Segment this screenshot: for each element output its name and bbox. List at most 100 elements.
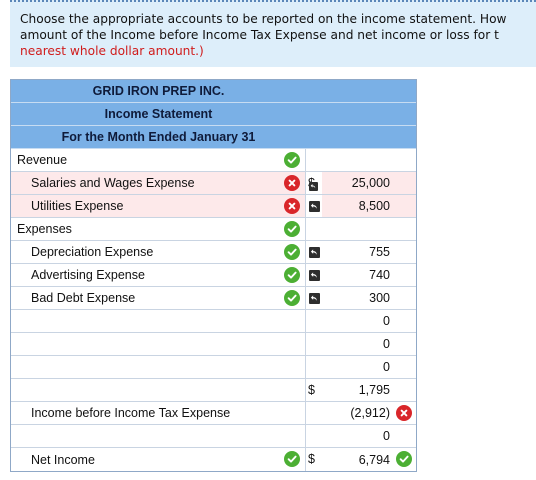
instructions-line-3: nearest whole dollar amount.) xyxy=(20,44,204,58)
undo-arrow-icon[interactable] xyxy=(309,182,318,191)
statement-row: Income before Income Tax Expense (2,912) xyxy=(11,402,416,425)
amount-input[interactable]: 0 xyxy=(322,333,416,355)
account-select[interactable]: Salaries and Wages Expense xyxy=(11,172,306,194)
check-icon xyxy=(284,152,300,168)
dollar-column xyxy=(306,241,322,263)
statement-title-header: Income Statement xyxy=(11,103,416,126)
account-select[interactable]: Revenue xyxy=(11,149,306,171)
statement-row: Revenue xyxy=(11,149,416,172)
account-select[interactable]: Net Income xyxy=(11,448,306,471)
amount-input[interactable]: 8,500 xyxy=(322,195,416,217)
amount-input[interactable]: 0 xyxy=(322,356,416,378)
statement-row: 0 xyxy=(11,356,416,379)
company-name: GRID IRON PREP INC. xyxy=(92,84,225,98)
statement-row: 0 xyxy=(11,310,416,333)
account-label: Expenses xyxy=(17,222,72,236)
undo-arrow-icon[interactable] xyxy=(308,200,320,212)
account-label: Advertising Expense xyxy=(31,268,145,282)
check-icon xyxy=(284,221,300,237)
amount-input[interactable]: 755 xyxy=(322,241,416,263)
x-icon xyxy=(284,198,300,214)
account-label: Income before Income Tax Expense xyxy=(31,406,231,420)
check-icon xyxy=(284,451,300,467)
amount-input[interactable] xyxy=(322,218,416,240)
statement-title: Income Statement xyxy=(104,107,213,121)
dollar-column xyxy=(306,402,322,424)
check-icon xyxy=(284,267,300,283)
amount-value: 6,794 xyxy=(358,452,390,467)
amount-value: 300 xyxy=(369,291,390,305)
undo-arrow-icon[interactable] xyxy=(308,292,320,304)
account-select[interactable] xyxy=(11,333,306,355)
undo-arrow-icon[interactable] xyxy=(308,269,320,281)
statement-row: Salaries and Wages Expense $25,000 xyxy=(11,172,416,195)
account-select[interactable] xyxy=(11,310,306,332)
account-select[interactable] xyxy=(11,356,306,378)
dollar-column: $ xyxy=(306,448,322,471)
account-select[interactable] xyxy=(11,425,306,447)
dollar-column: $ xyxy=(306,379,322,401)
amount-value: 0 xyxy=(383,360,390,374)
amount-input[interactable]: 0 xyxy=(322,310,416,332)
check-icon xyxy=(396,451,412,467)
check-icon xyxy=(284,290,300,306)
statement-company-header: GRID IRON PREP INC. xyxy=(11,80,416,103)
statement-rows: Revenue Salaries and Wages Expense $25,000… xyxy=(11,149,416,471)
amount-input[interactable]: 1,795 xyxy=(322,379,416,401)
dollar-column xyxy=(306,149,322,171)
amount-value: 0 xyxy=(383,429,390,443)
account-label: Revenue xyxy=(17,153,68,167)
amount-input[interactable]: 25,000 xyxy=(322,172,416,194)
dollar-column xyxy=(306,264,322,286)
statement-row: Advertising Expense 740 xyxy=(11,264,416,287)
dollar-column xyxy=(306,333,322,355)
dollar-column xyxy=(306,287,322,309)
dollar-column: $ xyxy=(306,172,322,194)
dollar-column xyxy=(306,425,322,447)
statement-period: For the Month Ended January 31 xyxy=(61,130,256,144)
statement-row: Expenses xyxy=(11,218,416,241)
account-select[interactable] xyxy=(11,379,306,401)
amount-input[interactable]: (2,912) xyxy=(322,402,416,424)
statement-row: Net Income $6,794 xyxy=(11,448,416,471)
undo-arrow-icon[interactable] xyxy=(308,246,320,258)
dollar-column xyxy=(306,218,322,240)
account-label: Bad Debt Expense xyxy=(31,291,136,305)
amount-value: (2,912) xyxy=(350,406,390,420)
instructions-line-2: amount of the Income before Income Tax E… xyxy=(20,28,499,42)
statement-row: 0 xyxy=(11,333,416,356)
account-select[interactable]: Income before Income Tax Expense xyxy=(11,402,306,424)
statement-row: Utilities Expense 8,500 xyxy=(11,195,416,218)
dollar-sign: $ xyxy=(308,383,315,397)
amount-value: 1,795 xyxy=(358,383,390,397)
check-icon xyxy=(284,244,300,260)
amount-value: 755 xyxy=(369,245,390,259)
account-label: Salaries and Wages Expense xyxy=(31,176,195,190)
dollar-column xyxy=(306,310,322,332)
account-select[interactable]: Bad Debt Expense xyxy=(11,287,306,309)
instructions-box: Choose the appropriate accounts to be re… xyxy=(10,0,536,67)
amount-input[interactable]: 300 xyxy=(322,287,416,309)
amount-input[interactable]: 0 xyxy=(322,425,416,447)
statement-row: Bad Debt Expense 300 xyxy=(11,287,416,310)
statement-row: 0 xyxy=(11,425,416,448)
account-label: Depreciation Expense xyxy=(31,245,154,259)
account-select[interactable]: Utilities Expense xyxy=(11,195,306,217)
x-icon xyxy=(396,405,412,421)
amount-input[interactable]: 740 xyxy=(322,264,416,286)
account-select[interactable]: Depreciation Expense xyxy=(11,241,306,263)
amount-value: 25,000 xyxy=(351,176,390,190)
account-select[interactable]: Advertising Expense xyxy=(11,264,306,286)
amount-value: 0 xyxy=(383,314,390,328)
dollar-column xyxy=(306,195,322,217)
instructions-line-1: Choose the appropriate accounts to be re… xyxy=(20,12,507,26)
statement-period-header: For the Month Ended January 31 xyxy=(11,126,416,149)
income-statement-table: GRID IRON PREP INC. Income Statement For… xyxy=(10,79,417,472)
amount-value: 8,500 xyxy=(358,199,390,213)
amount-value: 740 xyxy=(369,268,390,282)
x-icon xyxy=(284,175,300,191)
dollar-sign: $ xyxy=(308,452,315,466)
account-select[interactable]: Expenses xyxy=(11,218,306,240)
amount-input[interactable] xyxy=(322,149,416,171)
amount-input[interactable]: 6,794 xyxy=(322,448,416,471)
